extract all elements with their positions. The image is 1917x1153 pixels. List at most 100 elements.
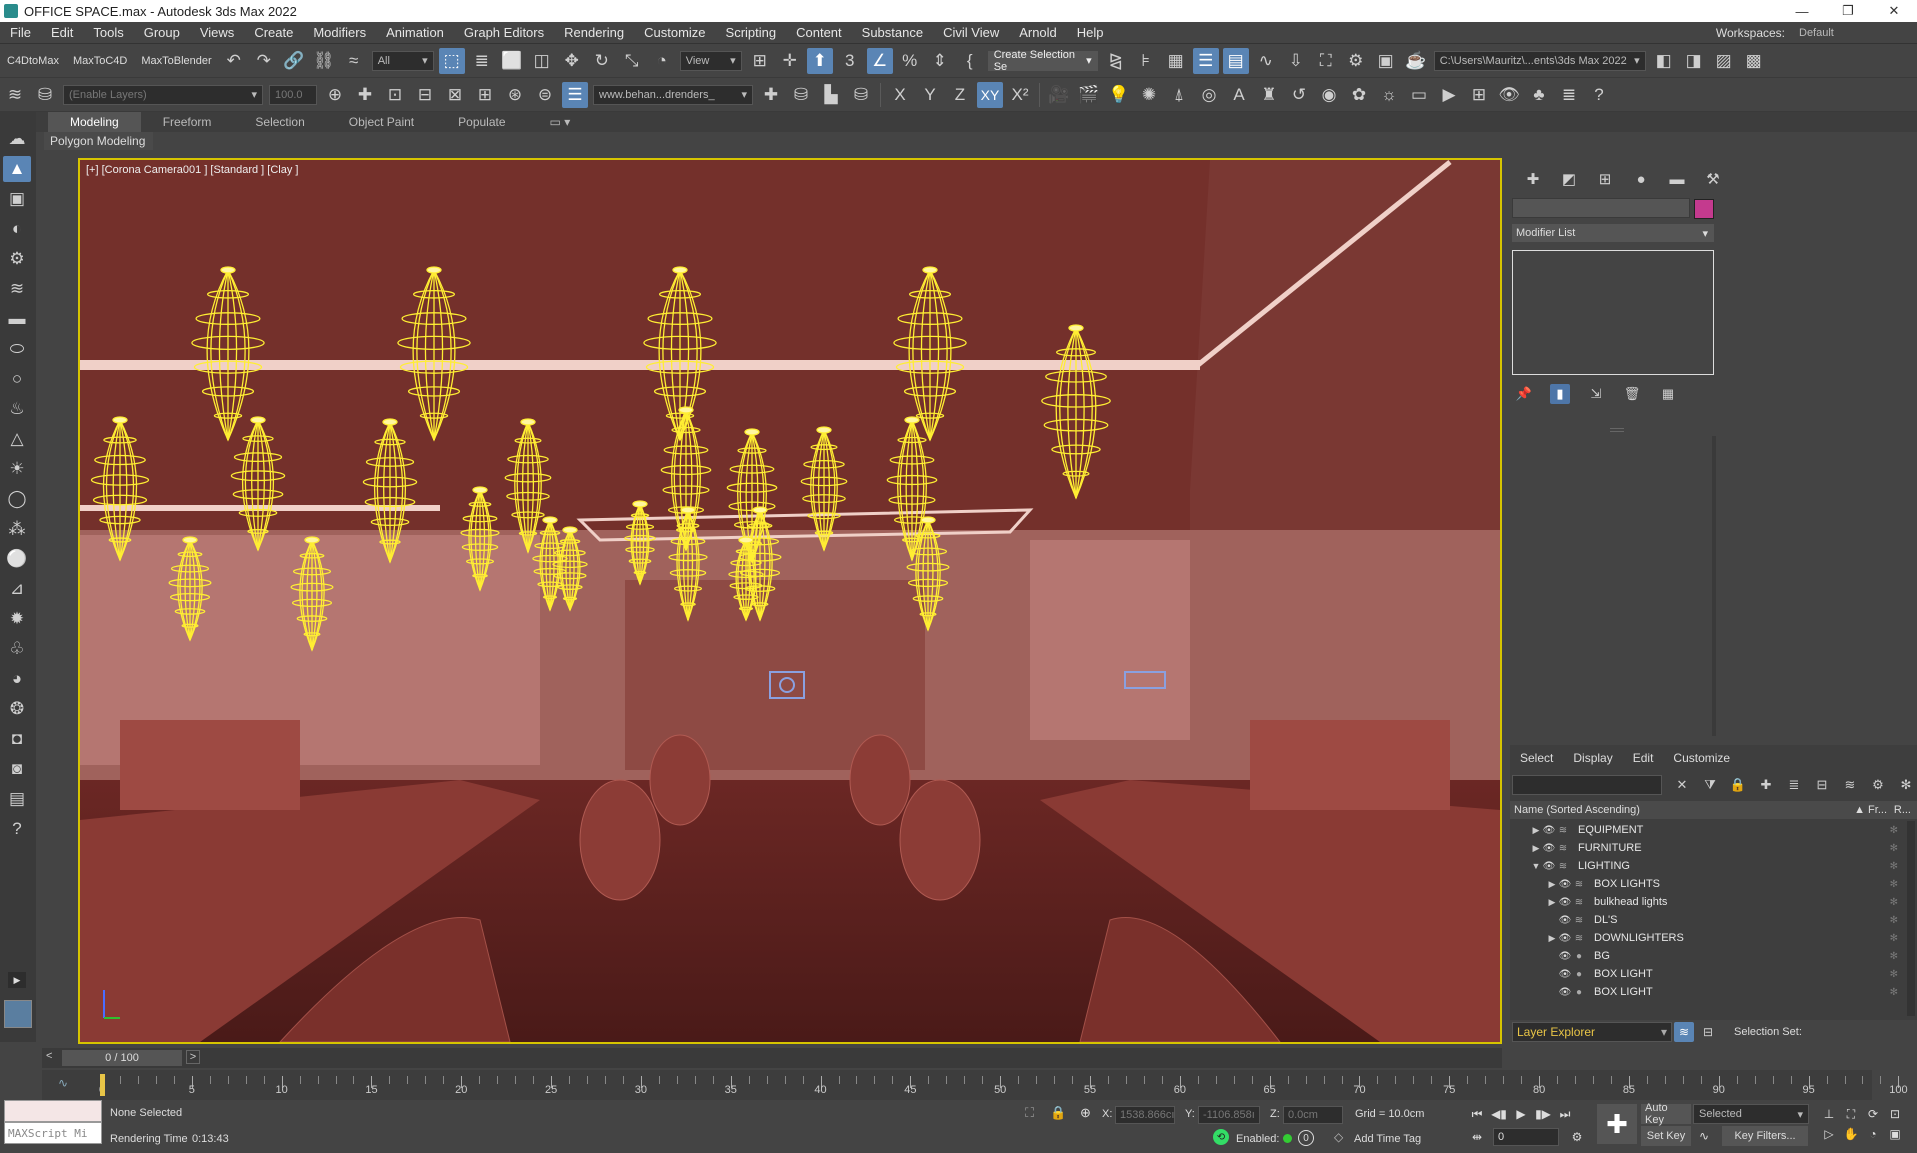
rendered-frame-icon[interactable]: ▣ (1373, 48, 1399, 74)
menu-help[interactable]: Help (1067, 25, 1114, 40)
scene-explorer-toggle-icon[interactable]: ▦ (1163, 48, 1189, 74)
panel-splitter[interactable] (1610, 428, 1624, 432)
pivot-center-icon[interactable]: ⊞ (747, 48, 773, 74)
tab-selection[interactable]: Selection (233, 112, 326, 132)
current-frame-field[interactable]: 0 (1493, 1128, 1559, 1146)
explorer-row[interactable]: 👁 ● BOX LIGHT ✻ (1510, 983, 1904, 1001)
key-mode-toggle-icon[interactable]: ⇹ (1466, 1127, 1488, 1147)
spinner-snap-icon[interactable]: ⇕ (927, 48, 953, 74)
column-render[interactable]: R... (1894, 804, 1911, 816)
menu-edit[interactable]: Edit (41, 25, 83, 40)
explorer-row[interactable]: ▶ 👁 ≋ DOWNLIGHTERS ✻ (1510, 929, 1904, 947)
isolate-selection-icon[interactable]: ⛶ (1025, 1105, 1034, 1121)
explorer-row[interactable]: 👁 ≋ DL'S ✻ (1510, 911, 1904, 929)
schematic-view-icon[interactable]: ⇩ (1283, 48, 1309, 74)
selection-lock-icon[interactable]: 🔒 (1050, 1105, 1066, 1121)
filter-icon[interactable]: ⧩ (1700, 775, 1720, 795)
eye-render-icon[interactable]: 👁 (1496, 82, 1522, 108)
layer-props-icon[interactable]: ⛁ (848, 82, 874, 108)
gear-icon[interactable]: ✹ (3, 606, 31, 632)
edit-named-sets-icon[interactable]: { (957, 48, 983, 74)
layer-value-field[interactable]: 100.0 (269, 84, 317, 105)
viewport[interactable]: [+] [Corona Camera001 ] [Standard ] [Cla… (78, 158, 1502, 1044)
cone-icon[interactable]: △ (3, 426, 31, 452)
maxtoblender-button[interactable]: MaxToBlender (134, 55, 218, 67)
maximize-button[interactable]: ❐ (1825, 0, 1871, 22)
named-selection-dropdown[interactable]: Create Selection Se ▾ (987, 49, 1098, 73)
go-to-start-icon[interactable]: ⏮ (1466, 1104, 1488, 1124)
layer-tool3-icon[interactable]: ⊟ (412, 82, 438, 108)
layer-tool5-icon[interactable]: ⊞ (472, 82, 498, 108)
tab-freeform[interactable]: Freeform (141, 112, 234, 132)
time-slider-thumb[interactable]: 0 / 100 (62, 1050, 182, 1066)
sort-by-layer-icon[interactable]: ≋ (1674, 1022, 1694, 1042)
viewport-label[interactable]: [+] [Corona Camera001 ] [Standard ] [Cla… (86, 164, 298, 176)
maxscript-mini-listener[interactable]: MAXScript Mi (4, 1122, 102, 1144)
freeze-icon[interactable]: ✻ (1890, 861, 1898, 872)
zoom-all-icon[interactable]: ⛶ (1840, 1104, 1862, 1124)
cylinder-icon[interactable]: ⬭ (3, 336, 31, 362)
proxy-icon[interactable]: ♜ (1256, 82, 1282, 108)
explorer-settings-icon[interactable]: ⚙ (1868, 775, 1888, 795)
time-slider[interactable]: < > (42, 1048, 1502, 1068)
column-freeze[interactable]: ▲ Fr... (1854, 804, 1887, 816)
explorer-row[interactable]: ▶ 👁 ≋ BOX LIGHTS ✻ (1510, 875, 1904, 893)
prev-key-icon[interactable]: ◀▮ (1488, 1104, 1510, 1124)
utilities-tab-icon[interactable]: ⚒ (1702, 168, 1724, 190)
z-coordinate-field[interactable]: 0.0cm (1283, 1106, 1343, 1124)
layers-stack-icon[interactable]: ≋ (2, 82, 28, 108)
render-icon[interactable]: ▶ (1436, 82, 1462, 108)
viewport-layout-icon[interactable] (4, 1000, 32, 1028)
workspace-dropdown[interactable]: Default (1794, 22, 1904, 43)
ribbon-options-icon[interactable]: ▭ ▾ (528, 112, 593, 132)
menu-customize[interactable]: Customize (634, 25, 715, 40)
freeze-icon[interactable]: ✻ (1890, 933, 1898, 944)
explorer-row[interactable]: ▼ 👁 ≋ LIGHTING ✻ (1510, 857, 1904, 875)
place-icon[interactable]: ◔ (649, 48, 675, 74)
render-setup-icon[interactable]: ⚙ (1343, 48, 1369, 74)
visibility-eye-icon[interactable]: 👁 (1542, 861, 1556, 872)
render-region-icon[interactable]: ◎ (1196, 82, 1222, 108)
help-icon[interactable]: ? (3, 816, 31, 842)
torus-icon[interactable]: ◯ (3, 486, 31, 512)
visibility-eye-icon[interactable]: 👁 (1558, 897, 1572, 908)
freeze-icon[interactable]: ✻ (1890, 897, 1898, 908)
absolute-mode-icon[interactable]: ⊕ (1080, 1105, 1091, 1121)
project-folder-icon[interactable]: ◧ (1651, 48, 1677, 74)
prev-frame-arrow[interactable]: < (46, 1050, 52, 1062)
modifier-list-dropdown[interactable]: Modifier List ▾ (1512, 224, 1714, 242)
pan-icon[interactable]: ✋ (1840, 1124, 1862, 1144)
scale-icon[interactable]: ⤡ (619, 48, 645, 74)
set-current-layer-icon[interactable]: ▙ (818, 82, 844, 108)
ribbon-panel-polygon-modeling[interactable]: Polygon Modeling (44, 132, 154, 150)
spot-light-icon[interactable]: ⍋ (1166, 82, 1192, 108)
selection-key-dropdown[interactable]: Selected ▾ (1693, 1104, 1809, 1124)
rotate-view-icon[interactable]: ↺ (1286, 82, 1312, 108)
set-key-button[interactable]: Set Key (1641, 1126, 1691, 1146)
create-spacewarps-icon[interactable]: ≋ (3, 276, 31, 302)
lock-icon[interactable]: 🔒 (1728, 775, 1748, 795)
project-manager-icon[interactable]: ◨ (1681, 48, 1707, 74)
sun-icon[interactable]: ☀ (3, 456, 31, 482)
orbit-icon[interactable]: ◔ (1862, 1124, 1884, 1144)
ref-coord-dropdown[interactable]: View ▾ (679, 50, 742, 71)
freeze-icon[interactable]: ✻ (1890, 969, 1898, 980)
percent-snap-icon[interactable]: % (897, 48, 923, 74)
create-tab-icon[interactable]: ✚ (1522, 168, 1544, 190)
redo-icon[interactable]: ↷ (251, 48, 277, 74)
explorer-menu-customize[interactable]: Customize (1673, 751, 1730, 765)
time-tag-toggle-icon[interactable]: ◇ (1334, 1130, 1343, 1144)
globe-icon[interactable]: ◕ (3, 666, 31, 692)
hierarchy-icon[interactable]: ⊟ (1812, 775, 1832, 795)
explorer-scrollbar[interactable] (1907, 821, 1915, 1016)
fov-icon[interactable]: ▷ (1818, 1124, 1840, 1144)
expand-toggle-icon[interactable]: ▶ (1546, 897, 1558, 908)
next-key-icon[interactable]: ▮▶ (1532, 1104, 1554, 1124)
pin-stack-icon[interactable]: 📌 (1514, 384, 1534, 404)
list-icon[interactable]: ≣ (1556, 82, 1582, 108)
column-name[interactable]: Name (Sorted Ascending) (1514, 804, 1640, 816)
create-shapes-icon[interactable]: ▲ (3, 156, 31, 182)
freeze-icon[interactable]: ✻ (1890, 879, 1898, 890)
expand-toggle-icon[interactable]: ▼ (1530, 861, 1542, 871)
next-frame-arrow[interactable]: > (186, 1050, 200, 1064)
